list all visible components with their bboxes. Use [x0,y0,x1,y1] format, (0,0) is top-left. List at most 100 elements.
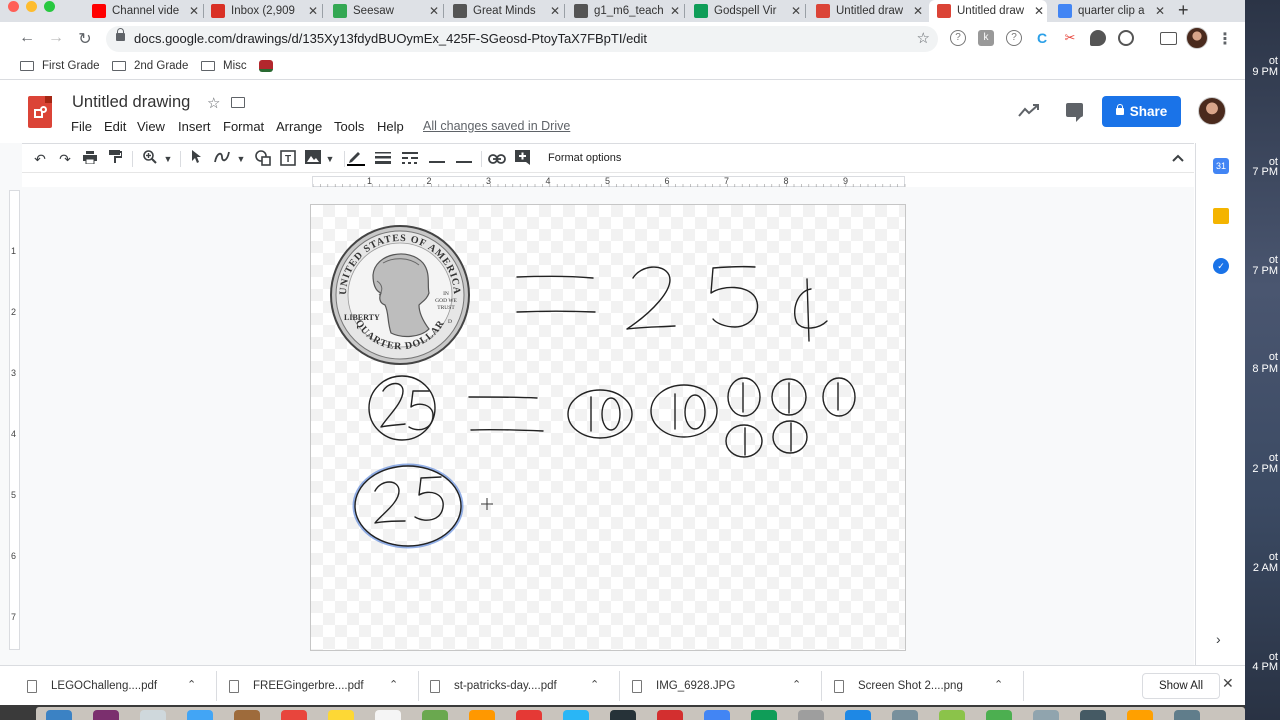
maximize-window-icon[interactable] [44,1,55,12]
forward-icon[interactable]: → [46,29,66,47]
calendar-icon[interactable]: 31 [1213,158,1229,174]
move-folder-icon[interactable] [231,97,245,108]
browser-tab[interactable]: g1_m6_teach ✕ [566,0,683,22]
share-button[interactable]: Share [1102,96,1181,127]
dock-app-icon[interactable] [422,710,448,720]
zoom-icon[interactable] [140,150,160,168]
dock-app-icon[interactable] [46,710,72,720]
close-tab-icon[interactable]: ✕ [547,4,563,18]
drawings-logo-icon[interactable] [28,96,52,128]
dock-app-icon[interactable] [234,710,260,720]
dock-app-icon[interactable] [140,710,166,720]
tasks-icon[interactable]: ✓ [1213,258,1229,274]
browser-tab[interactable]: Untitled draw ✕ [808,0,926,22]
browser-tab[interactable]: Great Minds ✕ [445,0,563,22]
dock-app-icon[interactable] [93,710,119,720]
border-color-icon[interactable] [346,150,366,170]
horizontal-ruler[interactable]: 1 2 3 4 5 6 7 8 9 [312,176,906,187]
dock-app-icon[interactable] [328,710,354,720]
line-tool-icon[interactable] [212,150,232,168]
text-box-icon[interactable]: T [278,150,298,170]
dock-app-icon[interactable] [375,710,401,720]
download-menu-icon[interactable]: ⌃ [994,678,1003,691]
dock-app-icon[interactable] [1174,710,1200,720]
close-tab-icon[interactable]: ✕ [1031,4,1047,18]
minimize-window-icon[interactable] [26,1,37,12]
format-options-button[interactable]: Format options [548,152,621,164]
dock-app-icon[interactable] [563,710,589,720]
bookmark-first-grade[interactable]: First Grade [20,60,100,72]
bookmark-star-icon[interactable]: ☆ [917,29,930,47]
insert-comment-icon[interactable] [512,150,532,169]
bookmark-misc[interactable]: Misc [201,60,247,72]
border-weight-icon[interactable] [373,150,393,168]
star-icon[interactable]: ☆ [207,94,220,112]
line-start-icon[interactable] [427,150,447,168]
close-tab-icon[interactable]: ✕ [186,4,202,18]
download-menu-icon[interactable]: ⌃ [792,678,801,691]
close-tab-icon[interactable]: ✕ [305,4,321,18]
extension-circle-icon[interactable] [1118,30,1134,46]
dock-app-icon[interactable] [657,710,683,720]
undo-icon[interactable]: ↶ [30,150,50,168]
document-title[interactable]: Untitled drawing [72,93,190,112]
dock-app-icon[interactable] [798,710,824,720]
keep-icon[interactable] [1213,208,1229,224]
dock-app-icon[interactable] [516,710,542,720]
dock-app-icon[interactable] [892,710,918,720]
comment-icon[interactable] [1066,103,1083,122]
image-dropdown-icon[interactable]: ▼ [320,150,340,168]
download-item[interactable]: FREEGingerbre....pdf ⌃ [229,666,409,705]
download-item[interactable]: Screen Shot 2....png ⌃ [834,666,1014,705]
browser-tab[interactable]: Channel vide ✕ [84,0,202,22]
border-dash-icon[interactable] [400,150,420,168]
dock-app-icon[interactable] [187,710,213,720]
dock-app-icon[interactable] [281,710,307,720]
drawing-canvas[interactable]: UNITED STATES OF AMERICA QUARTER DOLLAR … [310,204,906,651]
browser-tab[interactable]: Inbox (2,909 ✕ [203,0,321,22]
close-tab-icon[interactable]: ✕ [1152,4,1168,18]
redo-icon[interactable]: ↷ [55,150,75,168]
line-end-icon[interactable] [454,150,474,168]
download-item[interactable]: st-patricks-day....pdf ⌃ [430,666,610,705]
browser-tab[interactable]: Godspell Vir ✕ [686,0,804,22]
insert-link-icon[interactable] [487,150,507,168]
address-bar[interactable]: docs.google.com/drawings/d/135Xy13fdydBU… [106,26,938,52]
new-tab-button[interactable]: + [1178,0,1189,20]
activity-dashboard-icon[interactable] [1018,104,1040,123]
show-all-button[interactable]: Show All [1142,673,1220,699]
quarter-coin-image[interactable]: UNITED STATES OF AMERICA QUARTER DOLLAR … [330,225,470,365]
paint-format-icon[interactable] [105,150,125,168]
browser-tab[interactable]: quarter clip a ✕ [1050,0,1168,22]
ink-equation-1[interactable] [516,265,828,342]
menu-edit[interactable]: Edit [104,119,126,134]
help-extension-icon[interactable]: ? [950,30,966,46]
save-status[interactable]: All changes saved in Drive [423,119,570,133]
cast-icon[interactable] [1160,32,1177,45]
select-tool-icon[interactable] [186,150,206,168]
shape-tool-icon[interactable] [253,150,273,170]
close-tab-icon[interactable]: ✕ [788,4,804,18]
dock-app-icon[interactable] [704,710,730,720]
close-window-icon[interactable] [8,1,19,12]
menu-help[interactable]: Help [377,119,404,134]
menu-insert[interactable]: Insert [178,119,211,134]
close-tab-icon[interactable]: ✕ [426,4,442,18]
dock-app-icon[interactable] [845,710,871,720]
download-item[interactable]: LEGOChalleng....pdf ⌃ [27,666,207,705]
extension-icon[interactable]: k [978,30,994,46]
dock-app-icon[interactable] [986,710,1012,720]
c-extension-icon[interactable]: C [1034,30,1050,46]
zoom-dropdown-icon[interactable]: ▼ [158,150,178,168]
ink-equation-2[interactable] [368,375,856,458]
download-menu-icon[interactable]: ⌃ [389,678,398,691]
profile-avatar[interactable] [1186,27,1208,49]
close-tab-icon[interactable]: ✕ [910,4,926,18]
menu-format[interactable]: Format [223,119,264,134]
bookmark-site[interactable] [259,60,273,72]
vertical-ruler[interactable]: 1 2 3 4 5 6 7 [9,190,20,650]
dock-app-icon[interactable] [1033,710,1059,720]
menu-tools[interactable]: Tools [334,119,364,134]
scissor-extension-icon[interactable]: ✂ [1062,30,1078,46]
collapse-toolbar-icon[interactable] [1172,149,1184,165]
